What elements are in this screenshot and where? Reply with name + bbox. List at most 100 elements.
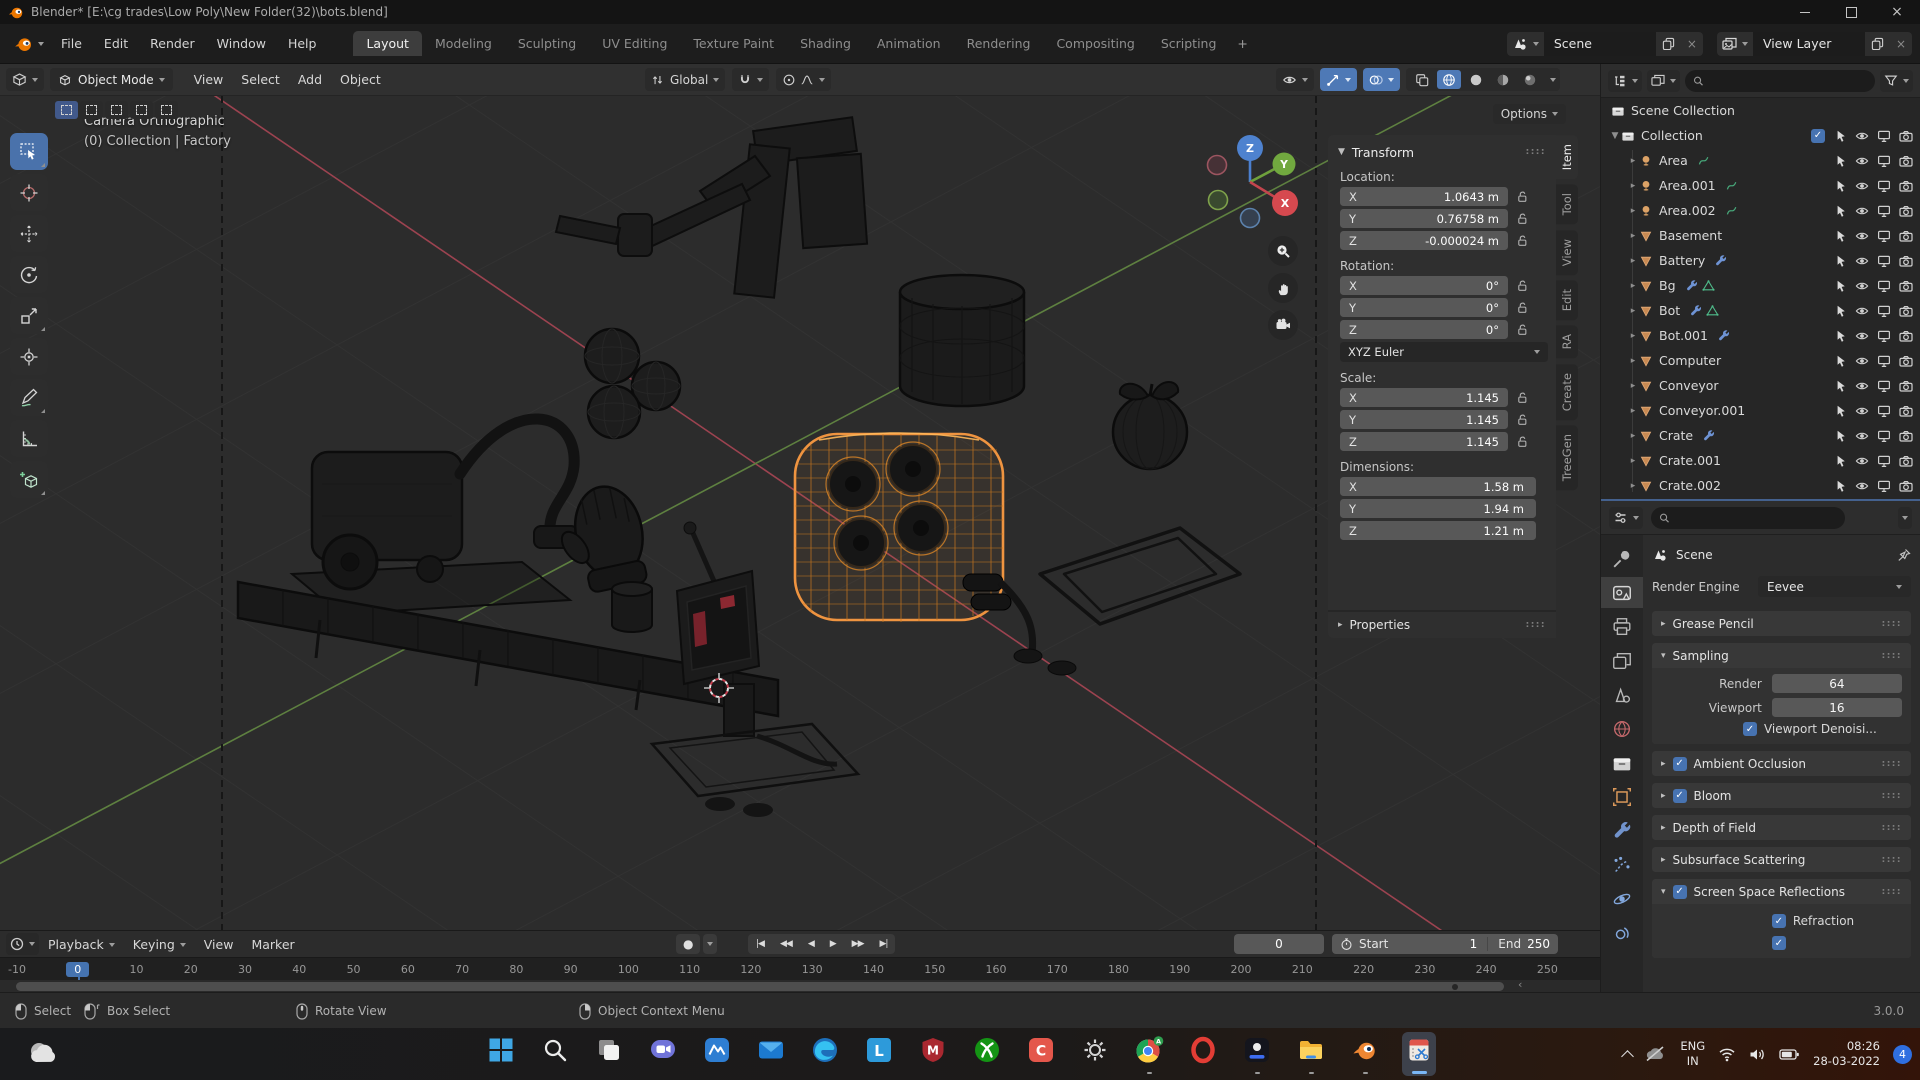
menu-view[interactable]: View bbox=[185, 68, 233, 91]
select-mode-new[interactable] bbox=[55, 101, 78, 119]
mode-dropdown[interactable]: Object Mode bbox=[50, 68, 173, 91]
panel-grip-icon[interactable]: :::: bbox=[1526, 147, 1546, 157]
timeline-tick[interactable]: 80 bbox=[509, 963, 523, 976]
hide-eye-icon[interactable] bbox=[1855, 329, 1869, 343]
lightroom-icon[interactable]: L bbox=[862, 1032, 896, 1076]
scale-z-field[interactable]: Z 1.145 bbox=[1340, 432, 1508, 451]
tab-modeling[interactable]: Modeling bbox=[422, 31, 505, 56]
timeline-tick[interactable]: 240 bbox=[1476, 963, 1497, 976]
tab-item[interactable]: Item bbox=[1556, 135, 1578, 180]
pan-hand-button[interactable] bbox=[1268, 273, 1298, 303]
menu-select[interactable]: Select bbox=[232, 68, 289, 91]
object-name[interactable]: Area.002 bbox=[1659, 203, 1716, 218]
properties-editor-type-button[interactable] bbox=[1609, 506, 1643, 529]
pin-icon[interactable] bbox=[1897, 548, 1911, 562]
expand-caret-icon[interactable]: ▸ bbox=[1627, 481, 1639, 491]
outliner-search[interactable] bbox=[1685, 69, 1875, 92]
dimensions-y-field[interactable]: Y 1.94 m bbox=[1340, 499, 1536, 518]
render-disable-icon[interactable] bbox=[1899, 279, 1913, 293]
expand-caret-icon[interactable]: ▸ bbox=[1627, 181, 1639, 191]
shading-solid-button[interactable] bbox=[1464, 70, 1488, 89]
nav-scene-icon[interactable] bbox=[1601, 679, 1643, 710]
nav-view-layer-icon[interactable] bbox=[1601, 645, 1643, 676]
tray-expand-icon[interactable] bbox=[1621, 1049, 1635, 1063]
object-name[interactable]: Conveyor bbox=[1659, 378, 1719, 393]
proportional-editing-group[interactable] bbox=[776, 68, 832, 91]
object-name[interactable]: Bot bbox=[1659, 303, 1680, 318]
expand-caret-icon[interactable]: ▸ bbox=[1627, 356, 1639, 366]
outliner-filter-display-button[interactable] bbox=[1647, 69, 1680, 92]
hide-eye-icon[interactable] bbox=[1855, 204, 1869, 218]
select-mode-subtract[interactable] bbox=[105, 101, 128, 119]
viewport-disable-icon[interactable] bbox=[1877, 229, 1891, 243]
outliner-row[interactable]: ▸ Computer bbox=[1601, 348, 1920, 373]
new-scene-button[interactable] bbox=[1655, 31, 1681, 56]
transform-orientation-dropdown[interactable]: Global bbox=[645, 68, 726, 91]
expand-caret-icon[interactable]: ▸ bbox=[1627, 381, 1639, 391]
object-name[interactable]: Bg bbox=[1659, 278, 1676, 293]
menu-tl-view[interactable]: View bbox=[195, 934, 243, 955]
object-name[interactable]: Bot.001 bbox=[1659, 328, 1708, 343]
chat-icon[interactable] bbox=[646, 1032, 680, 1076]
selectable-toggle-icon[interactable] bbox=[1833, 204, 1847, 218]
wireframe-boots[interactable] bbox=[1013, 648, 1077, 676]
hide-eye-icon[interactable] bbox=[1855, 379, 1869, 393]
object-name[interactable]: Basement bbox=[1659, 228, 1722, 243]
render-disable-icon[interactable] bbox=[1899, 479, 1913, 493]
shading-wireframe-button[interactable] bbox=[1437, 70, 1461, 89]
ao-checkbox[interactable]: ✓ bbox=[1672, 756, 1687, 771]
dimensions-z-field[interactable]: Z 1.21 m bbox=[1340, 521, 1536, 540]
outliner-row[interactable]: ▸ Crate.002 bbox=[1601, 473, 1920, 498]
expand-caret-icon[interactable]: ▸ bbox=[1627, 331, 1639, 341]
ssr-header[interactable]: ▾ ✓ Screen Space Reflections:::: bbox=[1652, 879, 1911, 904]
render-disable-icon[interactable] bbox=[1899, 129, 1913, 143]
outliner-row[interactable]: ▸ Area bbox=[1601, 148, 1920, 173]
timeline-editor-type-button[interactable] bbox=[6, 933, 39, 955]
object-name[interactable]: Crate bbox=[1659, 428, 1693, 443]
expand-caret-icon[interactable]: ▼ bbox=[1609, 131, 1621, 141]
transform-panel-header[interactable]: ▼ Transform :::: bbox=[1328, 140, 1556, 164]
object-name[interactable]: Computer bbox=[1659, 353, 1721, 368]
object-name[interactable]: Battery bbox=[1659, 253, 1705, 268]
jump-to-start-button[interactable]: |◀ bbox=[748, 939, 772, 949]
language-indicator[interactable]: ENG IN bbox=[1680, 1039, 1705, 1069]
view-layer-icon[interactable] bbox=[1716, 31, 1753, 56]
maximize-button[interactable] bbox=[1828, 0, 1874, 24]
viewport-disable-icon[interactable] bbox=[1877, 379, 1891, 393]
add-cube-tool[interactable] bbox=[10, 461, 48, 498]
select-mode-intersect[interactable] bbox=[155, 101, 178, 119]
object-name[interactable]: Crate.001 bbox=[1659, 453, 1721, 468]
ssr-checkbox[interactable]: ✓ bbox=[1672, 884, 1687, 899]
timeline-scrollbar[interactable] bbox=[16, 982, 1504, 991]
object-name[interactable]: Crate.002 bbox=[1659, 478, 1721, 493]
timeline-tick[interactable]: 90 bbox=[564, 963, 578, 976]
timeline-tick[interactable]: 100 bbox=[618, 963, 639, 976]
denoising-checkbox[interactable]: ✓ bbox=[1742, 722, 1757, 736]
xray-toggle[interactable] bbox=[1410, 70, 1434, 89]
timeline-ruler[interactable]: -10 0 10 20 30 40 50 60 70 80 90 100 110 120 130 140 150… bbox=[0, 957, 1600, 993]
battery-icon[interactable] bbox=[1779, 1047, 1800, 1062]
rotation-mode-dropdown[interactable]: XYZ Euler bbox=[1340, 342, 1548, 362]
opera-icon[interactable] bbox=[1186, 1032, 1220, 1076]
lock-icon[interactable] bbox=[1516, 301, 1529, 314]
lock-icon[interactable] bbox=[1516, 435, 1529, 448]
timeline-tick[interactable]: 250 bbox=[1537, 963, 1558, 976]
hide-eye-icon[interactable] bbox=[1855, 254, 1869, 268]
viewport-disable-icon[interactable] bbox=[1877, 354, 1891, 368]
tab-compositing[interactable]: Compositing bbox=[1043, 31, 1147, 56]
select-mode-invert[interactable] bbox=[130, 101, 153, 119]
render-disable-icon[interactable] bbox=[1899, 429, 1913, 443]
ambient-occlusion-header[interactable]: ▸ ✓ Ambient Occlusion:::: bbox=[1652, 751, 1911, 776]
hide-eye-icon[interactable] bbox=[1855, 179, 1869, 193]
auto-keying-button[interactable]: ● bbox=[676, 934, 701, 954]
outliner-row[interactable]: ▸ Area.001 bbox=[1601, 173, 1920, 198]
render-engine-dropdown[interactable]: Eevee bbox=[1758, 576, 1911, 597]
timeline-tick[interactable]: 110 bbox=[679, 963, 700, 976]
view-layer-name[interactable]: View Layer bbox=[1753, 36, 1865, 51]
outliner-row[interactable]: ▸ Bot bbox=[1601, 298, 1920, 323]
panel-grip-icon[interactable]: :::: bbox=[1526, 620, 1546, 630]
bloom-checkbox[interactable]: ✓ bbox=[1672, 788, 1687, 803]
object-name[interactable]: Area.001 bbox=[1659, 178, 1716, 193]
render-disable-icon[interactable] bbox=[1899, 379, 1913, 393]
hide-eye-icon[interactable] bbox=[1855, 129, 1869, 143]
